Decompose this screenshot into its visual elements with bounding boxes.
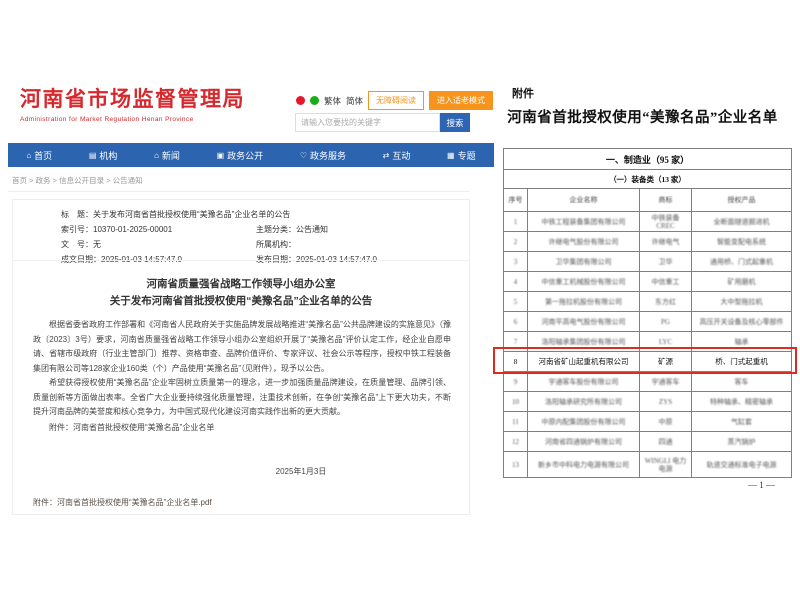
table-header-row: 序号 企业名称 商标 授权产品 bbox=[504, 189, 792, 212]
table-row-highlighted: 8河南省矿山起重机有限公司矿源桥、门式起重机 bbox=[504, 352, 792, 372]
accessibility-button[interactable]: 无障碍阅读 bbox=[368, 91, 424, 110]
article-container: 标 题： 关于发布河南省首批授权使用“美豫名品”企业名单的公告 索引号：1037… bbox=[12, 199, 470, 515]
table-row: 9宇通客车股份有限公司宇通客车客车 bbox=[504, 372, 792, 392]
table-row: 13新乡市中科电力电源有限公司WINGLI 电力电源轨道交通标准电子电源 bbox=[504, 452, 792, 478]
article-paragraph: 希望获得授权使用“美豫名品”企业牢固树立质量第一的理念，进一步加强质量品牌建设，… bbox=[33, 376, 451, 420]
nav-label: 政务服务 bbox=[310, 149, 346, 162]
attachment-label: 附件 bbox=[512, 85, 534, 101]
article-metadata: 标 题： 关于发布河南省首批授权使用“美豫名品”企业名单的公告 索引号：1037… bbox=[61, 207, 441, 267]
nav-item-interaction[interactable]: ⇄ 互动 bbox=[383, 149, 411, 162]
nav-label: 新闻 bbox=[162, 149, 180, 162]
wechat-icon[interactable] bbox=[310, 96, 319, 105]
news-icon: ⌂ bbox=[154, 151, 159, 160]
company-table: 一、制造业（95 家） （一）装备类（13 家） 序号 企业名称 商标 授权产品… bbox=[503, 148, 792, 478]
nav-label: 专题 bbox=[458, 149, 476, 162]
table-row: 6河南平高电气股份有限公司PG高压开关设备及核心零部件 bbox=[504, 312, 792, 332]
table-row: 1中铁工程装备集团有限公司中铁装备 CREC全断面隧道掘进机 bbox=[504, 212, 792, 232]
attachment-pdf-link[interactable]: 附件：河南省首批授权使用“美豫名品”企业名单.pdf bbox=[33, 497, 212, 508]
weibo-icon[interactable] bbox=[296, 96, 305, 105]
elder-mode-button[interactable]: 进入适老模式 bbox=[429, 91, 493, 110]
table-row: 4中信重工机械股份有限公司中信重工矿用磨机 bbox=[504, 272, 792, 292]
breadcrumb-divider bbox=[8, 191, 470, 192]
table-row: 2许继电气股份有限公司许继电气智能变配电系统 bbox=[504, 232, 792, 252]
meta-index-row: 索引号：10370-01-2025-00001 主题分类：公告通知 bbox=[61, 222, 441, 237]
meta-docno-row: 文 号：无 所属机构： bbox=[61, 237, 441, 252]
meta-category: 主题分类：公告通知 bbox=[256, 222, 441, 237]
meta-docno: 文 号：无 bbox=[61, 237, 256, 252]
article-paragraph: 根据省委省政府工作部署和《河南省人民政府关于实施品牌发展战略推进“美豫名品”公共… bbox=[33, 318, 451, 376]
metadata-divider bbox=[13, 260, 469, 261]
col-product: 授权产品 bbox=[692, 189, 792, 212]
nav-label: 机构 bbox=[99, 149, 117, 162]
table-row: 7洛阳轴承集团股份有限公司LYC轴承 bbox=[504, 332, 792, 352]
article-heading-line1: 河南省质量强省战略工作领导小组办公室 bbox=[13, 276, 469, 291]
table-row: 12河南省四通锅炉有限公司四通蒸汽锅炉 bbox=[504, 432, 792, 452]
attachment-title: 河南省首批授权使用“美豫名品”企业名单 bbox=[485, 106, 800, 127]
screenshot-canvas: 河南省市场监督管理局 Administration for Market Reg… bbox=[0, 0, 800, 600]
nav-item-topics[interactable]: ▦ 专题 bbox=[447, 149, 476, 162]
table-row: 10洛阳轴承研究所有限公司ZYS特种轴承、精密轴承 bbox=[504, 392, 792, 412]
lang-simplified-link[interactable]: 简体 bbox=[346, 95, 363, 107]
article-heading-line2: 关于发布河南省首批授权使用“美豫名品”企业名单的公告 bbox=[13, 293, 469, 308]
nav-item-gov-services[interactable]: ♡ 政务服务 bbox=[300, 149, 346, 162]
document-icon: ▣ bbox=[217, 151, 225, 160]
meta-org: 所属机构： bbox=[256, 237, 441, 252]
table-section-equipment: （一）装备类（13 家） bbox=[504, 170, 792, 189]
site-logo-subtitle: Administration for Market Regulation Hen… bbox=[20, 116, 245, 123]
nav-item-news[interactable]: ⌂ 新闻 bbox=[154, 149, 180, 162]
meta-title-label: 标 题： bbox=[61, 207, 93, 222]
page-number: — 1 — bbox=[485, 480, 775, 490]
header-controls: 繁体 简体 无障碍阅读 进入适老模式 bbox=[296, 91, 493, 110]
article-body: 根据省委省政府工作部署和《河南省人民政府关于实施品牌发展战略推进“美豫名品”公共… bbox=[33, 318, 451, 435]
nav-item-org[interactable]: ▤ 机构 bbox=[89, 149, 118, 162]
article-date: 2025年1月3日 bbox=[13, 466, 469, 477]
main-navbar: ⌂ 首页 ▤ 机构 ⌂ 新闻 ▣ 政务公开 ♡ 政务服务 ⇄ 互动 bbox=[8, 143, 494, 167]
grid-icon: ▦ bbox=[447, 151, 455, 160]
building-icon: ▤ bbox=[89, 151, 97, 160]
nav-label: 互动 bbox=[392, 149, 410, 162]
site-logo-title: 河南省市场监督管理局 bbox=[20, 83, 245, 113]
table-section-manufacturing: 一、制造业（95 家） bbox=[504, 149, 792, 170]
arrows-icon: ⇄ bbox=[383, 151, 390, 160]
search-bar: 搜索 bbox=[295, 113, 470, 132]
search-button[interactable]: 搜索 bbox=[440, 113, 470, 132]
col-company: 企业名称 bbox=[528, 189, 640, 212]
table-row: 11中原内配集团股份有限公司中原气缸套 bbox=[504, 412, 792, 432]
col-brand: 商标 bbox=[640, 189, 692, 212]
article-attachment-line: 附件：河南省首批授权使用“美豫名品”企业名单 bbox=[33, 421, 451, 436]
heart-icon: ♡ bbox=[300, 151, 307, 160]
nav-label: 首页 bbox=[34, 149, 52, 162]
site-logo: 河南省市场监督管理局 Administration for Market Reg… bbox=[20, 83, 245, 123]
home-icon: ⌂ bbox=[26, 151, 31, 160]
meta-title-row: 标 题： 关于发布河南省首批授权使用“美豫名品”企业名单的公告 bbox=[61, 207, 441, 222]
nav-item-home[interactable]: ⌂ 首页 bbox=[26, 149, 52, 162]
table-row: 5第一拖拉机股份有限公司东方红大中型拖拉机 bbox=[504, 292, 792, 312]
col-seq: 序号 bbox=[504, 189, 528, 212]
table-row: 3卫华集团有限公司卫华通用桥、门式起重机 bbox=[504, 252, 792, 272]
search-input[interactable] bbox=[295, 113, 440, 132]
attachment-document: 附件 河南省首批授权使用“美豫名品”企业名单 一、制造业（95 家） （一）装备… bbox=[485, 85, 800, 505]
nav-item-gov-affairs[interactable]: ▣ 政务公开 bbox=[217, 149, 264, 162]
meta-title-value: 关于发布河南省首批授权使用“美豫名品”企业名单的公告 bbox=[93, 207, 290, 222]
lang-traditional-link[interactable]: 繁体 bbox=[324, 95, 341, 107]
nav-label: 政务公开 bbox=[227, 149, 263, 162]
website-panel: 河南省市场监督管理局 Administration for Market Reg… bbox=[8, 75, 498, 530]
breadcrumb[interactable]: 首页 > 政务 > 信息公开目录 > 公告通知 bbox=[12, 175, 143, 186]
meta-index: 索引号：10370-01-2025-00001 bbox=[61, 222, 256, 237]
